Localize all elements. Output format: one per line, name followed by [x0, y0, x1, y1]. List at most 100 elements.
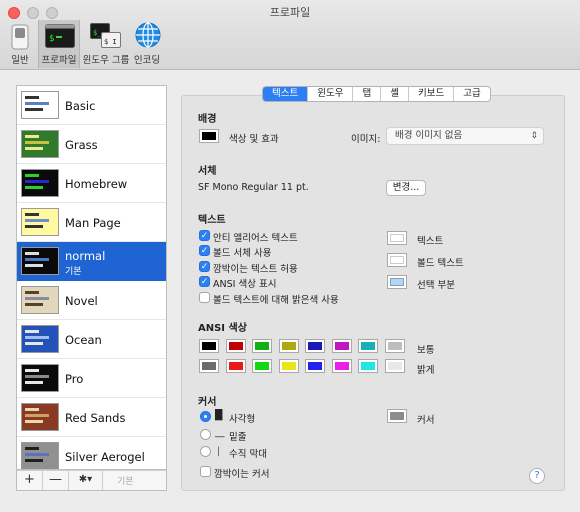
change-font-button[interactable]: 변경... — [386, 180, 426, 196]
ansi-normal-color-well-2[interactable] — [252, 339, 272, 353]
default-profile-label: 기본 — [65, 267, 82, 277]
ansi-normal-color-well-7[interactable] — [384, 339, 405, 353]
cursor-color-well[interactable] — [387, 409, 407, 423]
tab-keyboard[interactable]: 키보드 — [409, 87, 455, 101]
title-bar: 프로파일 일반 $ 프로파일 $_ $ I 윈도우 그룹 인코딩 — [0, 0, 580, 70]
cursor-underline-radio[interactable] — [200, 429, 211, 440]
profile-thumbnail — [21, 169, 59, 197]
window-groups-icon: $_ $ I — [90, 23, 121, 48]
profile-item-novel[interactable]: Novel — [17, 281, 166, 320]
background-color-well[interactable] — [199, 129, 219, 143]
bright-bold-checkbox[interactable] — [199, 292, 210, 303]
text-section-title: 텍스트 — [198, 215, 226, 226]
switch-icon — [11, 24, 29, 50]
tab-advanced[interactable]: 고급 — [454, 87, 489, 101]
bold-text-color-well[interactable] — [387, 253, 407, 267]
ansi-normal-color-well-0[interactable] — [199, 339, 219, 353]
text-color-label: 텍스트 — [417, 236, 444, 247]
profile-list[interactable]: Basic Grass Homebrew Man Page normal 기본 … — [16, 85, 167, 470]
toolbar-label-profiles: 프로파일 — [41, 55, 77, 66]
selection-color-well[interactable] — [387, 275, 407, 289]
profile-thumbnail — [21, 247, 59, 275]
cursor-color-label: 커서 — [417, 415, 435, 426]
toolbar-item-profiles[interactable]: $ 프로파일 — [38, 20, 80, 68]
profile-thumbnail — [21, 364, 59, 392]
svg-text:$: $ — [49, 34, 54, 44]
background-image-value: 배경 이미지 없음 — [395, 130, 463, 141]
ansi-colors-checkbox[interactable]: ✓ — [199, 276, 210, 287]
tab-text[interactable]: 텍스트 — [263, 87, 309, 101]
add-profile-button[interactable]: + — [17, 471, 43, 490]
toolbar-label-general: 일반 — [11, 55, 29, 66]
ansi-normal-color-well-6[interactable] — [358, 339, 378, 353]
profile-name: Silver Aerogel — [65, 450, 145, 464]
ansi-normal-color-well-4[interactable] — [305, 339, 325, 353]
profile-name: Novel — [65, 294, 98, 308]
bold-fonts-checkbox[interactable]: ✓ — [199, 245, 210, 256]
ansi-normal-color-well-3[interactable] — [278, 339, 299, 353]
profile-item-man-page[interactable]: Man Page — [17, 203, 166, 242]
blinking-cursor-checkbox[interactable] — [200, 466, 211, 477]
profile-thumbnail — [21, 442, 59, 469]
cursor-underline-glyph: __ — [215, 427, 225, 438]
profile-item-grass[interactable]: Grass — [17, 125, 166, 164]
cursor-block-radio[interactable] — [200, 411, 211, 422]
svg-text:$_: $_ — [93, 29, 102, 37]
font-value: SF Mono Regular 11 pt. — [198, 182, 309, 193]
cursor-bar-radio[interactable] — [200, 446, 211, 457]
background-image-select[interactable]: 배경 이미지 없음 ⇕ — [386, 127, 544, 145]
cursor-underline-label: 밑줄 — [229, 432, 247, 443]
antialias-checkbox[interactable]: ✓ — [199, 230, 210, 241]
profile-name: Ocean — [65, 333, 102, 347]
cursor-block-label: 사각형 — [229, 414, 256, 425]
set-default-button[interactable]: 기본 — [117, 474, 134, 487]
profile-name: Grass — [65, 138, 98, 152]
profile-thumbnail — [21, 286, 59, 314]
ansi-section-title: ANSI 색상 — [198, 323, 247, 334]
antialias-label: 안티 앨리어스 텍스트 — [213, 233, 298, 244]
ansi-bright-color-well-3[interactable] — [278, 359, 299, 373]
ansi-normal-color-well-5[interactable] — [331, 339, 352, 353]
blinking-text-label: 깜박이는 텍스트 허용 — [213, 264, 298, 275]
blinking-cursor-label: 깜박이는 커서 — [214, 469, 270, 480]
tab-shell[interactable]: 셸 — [381, 87, 409, 101]
globe-icon — [135, 22, 161, 48]
ansi-bright-label: 밝게 — [417, 365, 435, 376]
tab-tab[interactable]: 탭 — [353, 87, 382, 101]
toolbar-item-window-groups[interactable]: $_ $ I 윈도우 그룹 — [82, 20, 130, 68]
toolbar-item-general[interactable]: 일반 — [4, 20, 36, 68]
ansi-bright-color-well-5[interactable] — [331, 359, 352, 373]
svg-text:$ I: $ I — [104, 38, 117, 46]
help-button[interactable]: ? — [529, 468, 545, 484]
window-title: 프로파일 — [269, 6, 311, 19]
ansi-bright-color-well-6[interactable] — [358, 359, 378, 373]
ansi-normal-label: 보통 — [417, 345, 435, 356]
toolbar-label-encodings: 인코딩 — [133, 55, 161, 66]
profile-actions-menu[interactable]: ✱▾ — [69, 471, 103, 490]
profile-thumbnail — [21, 325, 59, 353]
profile-item-pro[interactable]: Pro — [17, 359, 166, 398]
profile-item-ocean[interactable]: Ocean — [17, 320, 166, 359]
bold-fonts-label: 볼드 서체 사용 — [213, 248, 272, 259]
ansi-bright-color-well-0[interactable] — [199, 359, 219, 373]
ansi-bright-color-well-7[interactable] — [384, 359, 405, 373]
ansi-normal-color-well-1[interactable] — [225, 339, 246, 353]
tab-window[interactable]: 윈도우 — [308, 87, 354, 101]
profile-name: Red Sands — [65, 411, 126, 425]
remove-profile-button[interactable]: — — [43, 471, 69, 490]
ansi-bright-color-well-4[interactable] — [305, 359, 325, 373]
ansi-bright-color-well-1[interactable] — [225, 359, 246, 373]
profile-list-footer: + — ✱▾ 기본 — [16, 470, 167, 491]
ansi-bright-color-well-2[interactable] — [252, 359, 272, 373]
font-section-title: 서체 — [198, 166, 217, 177]
blinking-text-checkbox[interactable]: ✓ — [199, 261, 210, 272]
profile-item-normal[interactable]: normal 기본 — [17, 242, 166, 281]
ansi-colors-label: ANSI 색상 표시 — [213, 279, 277, 290]
toolbar-item-encodings[interactable]: 인코딩 — [132, 20, 162, 68]
text-color-well[interactable] — [387, 231, 407, 245]
profile-item-basic[interactable]: Basic — [17, 86, 166, 125]
profile-item-silver-aerogel[interactable]: Silver Aerogel — [17, 437, 166, 469]
profile-item-red-sands[interactable]: Red Sands — [17, 398, 166, 437]
profile-item-homebrew[interactable]: Homebrew — [17, 164, 166, 203]
profile-name: Man Page — [65, 216, 121, 230]
